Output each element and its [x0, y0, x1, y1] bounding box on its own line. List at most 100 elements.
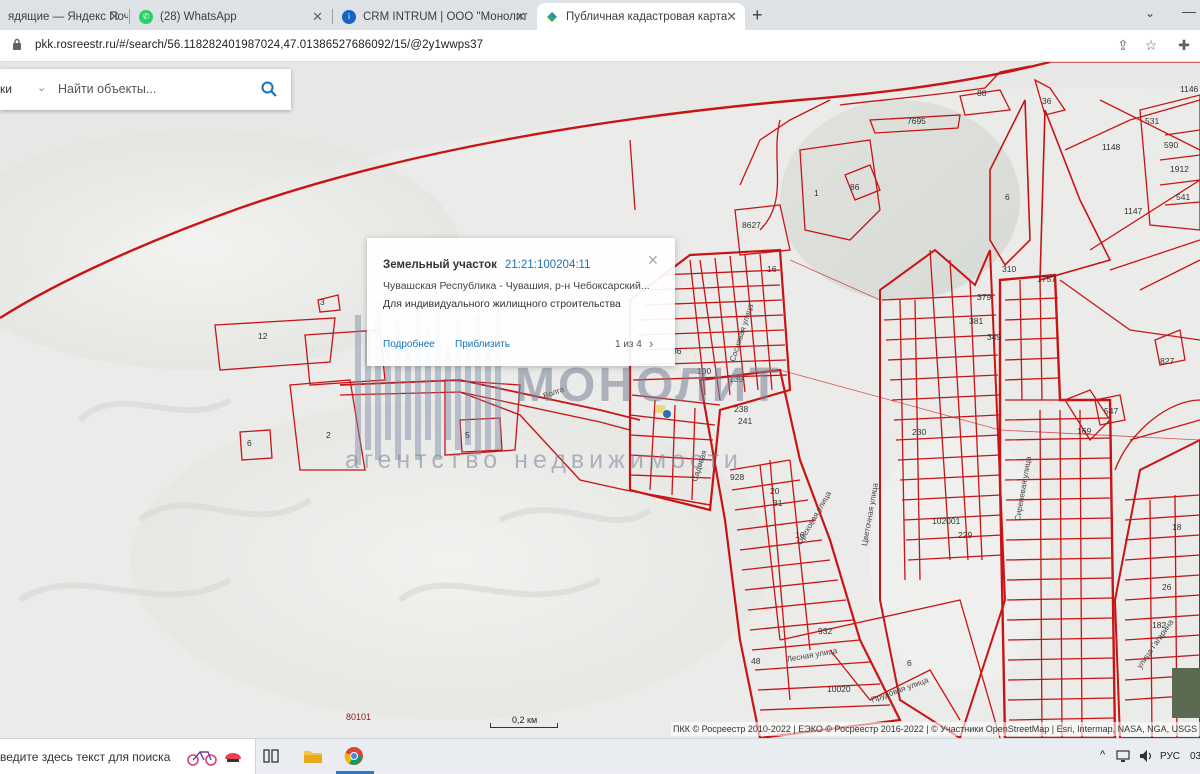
volume-icon[interactable] [1138, 748, 1154, 764]
parcel-address: Чувашская Республика - Чувашия, р-н Чебо… [383, 280, 650, 292]
parcel-label: 229 [958, 530, 973, 540]
parcel-label: 932 [818, 626, 833, 636]
close-icon[interactable]: ✕ [109, 9, 120, 25]
parcel-label: 88 [977, 88, 987, 98]
parcel-label: 1147 [1124, 206, 1143, 216]
address-bar: pkk.rosreestr.ru/#/search/56.11828240198… [0, 30, 1200, 62]
parcel-label: 48 [751, 656, 761, 666]
search-input[interactable] [58, 78, 248, 100]
search-icon[interactable] [260, 80, 278, 98]
extensions-icon[interactable]: ✚ [1176, 37, 1192, 53]
tab-crm-intrum[interactable]: i CRM INTRUM | ООО "Монолит " ✕ [334, 3, 534, 30]
cadastral-number-link[interactable]: 21:21:100204:11 [505, 259, 590, 271]
url-field[interactable]: pkk.rosreestr.ru/#/search/56.11828240198… [35, 39, 483, 51]
parcel-label: 1148 [1102, 142, 1121, 152]
parcel-label: 18 [1172, 522, 1182, 532]
parcel-label: 310 [1002, 264, 1017, 274]
bicycle-icon[interactable] [186, 745, 220, 767]
tab-label: Публичная кадастровая карта [566, 10, 728, 23]
whatsapp-icon: ✆ [139, 9, 153, 24]
parcel-label: 16 [767, 264, 777, 274]
scale-line [490, 723, 558, 728]
chevron-up-icon[interactable]: ^ [1100, 749, 1105, 761]
parcel-label: 3 [320, 297, 325, 307]
parcel-label: 531 [1145, 116, 1160, 126]
parcel-label: 20 [770, 486, 780, 496]
parcel-label: 1757 [1037, 274, 1056, 284]
parcel-label: 36 [1042, 96, 1052, 106]
parcel-label: 349 [987, 332, 1002, 342]
parcel-label: 2 [326, 430, 331, 440]
minimize-icon[interactable]: — [1182, 3, 1196, 19]
search-category-select[interactable]: ки [0, 82, 12, 96]
scale-bar: 0,2 км [490, 715, 558, 728]
parcel-label: 547 [1104, 406, 1119, 416]
share-icon[interactable]: ⇪ [1115, 37, 1131, 53]
parcel-label: 31 [773, 498, 783, 508]
browser-window: ядящие — Яндекс Поч ✕ ✆ (28) WhatsApp ✕ … [0, 0, 1200, 774]
chevron-right-icon[interactable]: › [649, 336, 653, 351]
parcel-label: 230 [912, 427, 927, 437]
parcel-label: 10020 [827, 684, 851, 694]
tab-cadastral-map[interactable]: Публичная кадастровая карта ✕ [537, 3, 745, 30]
file-explorer-icon[interactable] [302, 745, 324, 767]
parcel-label: 827 [1160, 356, 1175, 366]
star-icon[interactable]: ☆ [1143, 37, 1159, 53]
tab-separator [332, 9, 333, 24]
new-tab-button[interactable]: + [752, 5, 763, 26]
parcel-label: 169 [1077, 426, 1092, 436]
parcel-label: 5 [465, 430, 470, 440]
crm-icon: i [342, 9, 356, 24]
rosreestr-icon [545, 10, 559, 24]
close-icon[interactable]: ✕ [515, 9, 526, 25]
parcel-label: 541 [1176, 192, 1191, 202]
task-view-icon[interactable] [260, 745, 282, 767]
search-panel: ки ⌄ [0, 69, 291, 110]
parcel-label: 1 [814, 188, 819, 198]
watermark-brand: МОНОЛИТ [515, 359, 782, 412]
tab-strip: ядящие — Яндекс Поч ✕ ✆ (28) WhatsApp ✕ … [0, 0, 1200, 30]
parcel-label: 6 [247, 438, 252, 448]
helmet-icon [225, 753, 241, 762]
parcel-label: 6 [1005, 192, 1010, 202]
chevron-down-icon[interactable]: ⌄ [1145, 6, 1155, 20]
parcel-label: 1146 [1180, 84, 1199, 94]
tab-yandex-mail[interactable]: ядящие — Яндекс Поч ✕ [0, 3, 128, 30]
zoom-in-link[interactable]: Приблизить [455, 339, 510, 350]
chevron-down-icon[interactable]: ⌄ [37, 81, 46, 94]
pagination-text: 1 из 4 [615, 339, 642, 350]
lock-icon[interactable] [12, 38, 22, 51]
map-attribution: ПКК © Росреестр 2010-2022 | ЕЭКО © Росре… [671, 722, 1200, 736]
language-indicator[interactable]: РУС [1160, 751, 1180, 762]
close-icon[interactable]: ✕ [726, 9, 737, 25]
parcel-label: 26 [1162, 582, 1172, 592]
parcel-label: 8627 [742, 220, 761, 230]
parcel-label: 590 [1164, 140, 1179, 150]
parcel-label: 7695 [907, 116, 926, 126]
clock[interactable]: 03 [1190, 751, 1200, 762]
parcel-label: 379 [977, 292, 992, 302]
popup-title: Земельный участок [383, 259, 497, 271]
watermark-tagline: агентство недвижимости [345, 446, 743, 474]
tab-label: (28) WhatsApp [160, 10, 237, 23]
hill-shade [780, 100, 1020, 300]
tab-separator [129, 9, 130, 24]
windows-taskbar: ведите здесь текст для поиска ^ РУС 03 [0, 738, 1200, 774]
parcel-label: 1912 [1170, 164, 1189, 174]
details-link[interactable]: Подробнее [383, 339, 435, 350]
permitted-use: Для индивидуального жилищного строительс… [383, 298, 621, 310]
parcel-info-popup: Земельный участок 21:21:100204:11 ✕ Чува… [367, 238, 675, 366]
close-icon[interactable]: ✕ [647, 252, 659, 269]
close-icon[interactable]: ✕ [312, 9, 323, 25]
network-icon[interactable] [1116, 748, 1132, 764]
tab-label: CRM INTRUM | ООО "Монолит " [363, 10, 528, 23]
parcel-label: 6 [907, 658, 912, 668]
parcel-label: 12 [258, 331, 268, 341]
taskbar-search-text: ведите здесь текст для поиска [0, 750, 171, 764]
quarter-label: 80101 [346, 712, 372, 722]
parcel-label: 381 [969, 316, 984, 326]
chrome-icon[interactable] [343, 745, 365, 767]
parcel-label: 241 [738, 416, 753, 426]
parcel-label: 86 [850, 182, 860, 192]
tab-whatsapp[interactable]: ✆ (28) WhatsApp ✕ [131, 3, 331, 30]
